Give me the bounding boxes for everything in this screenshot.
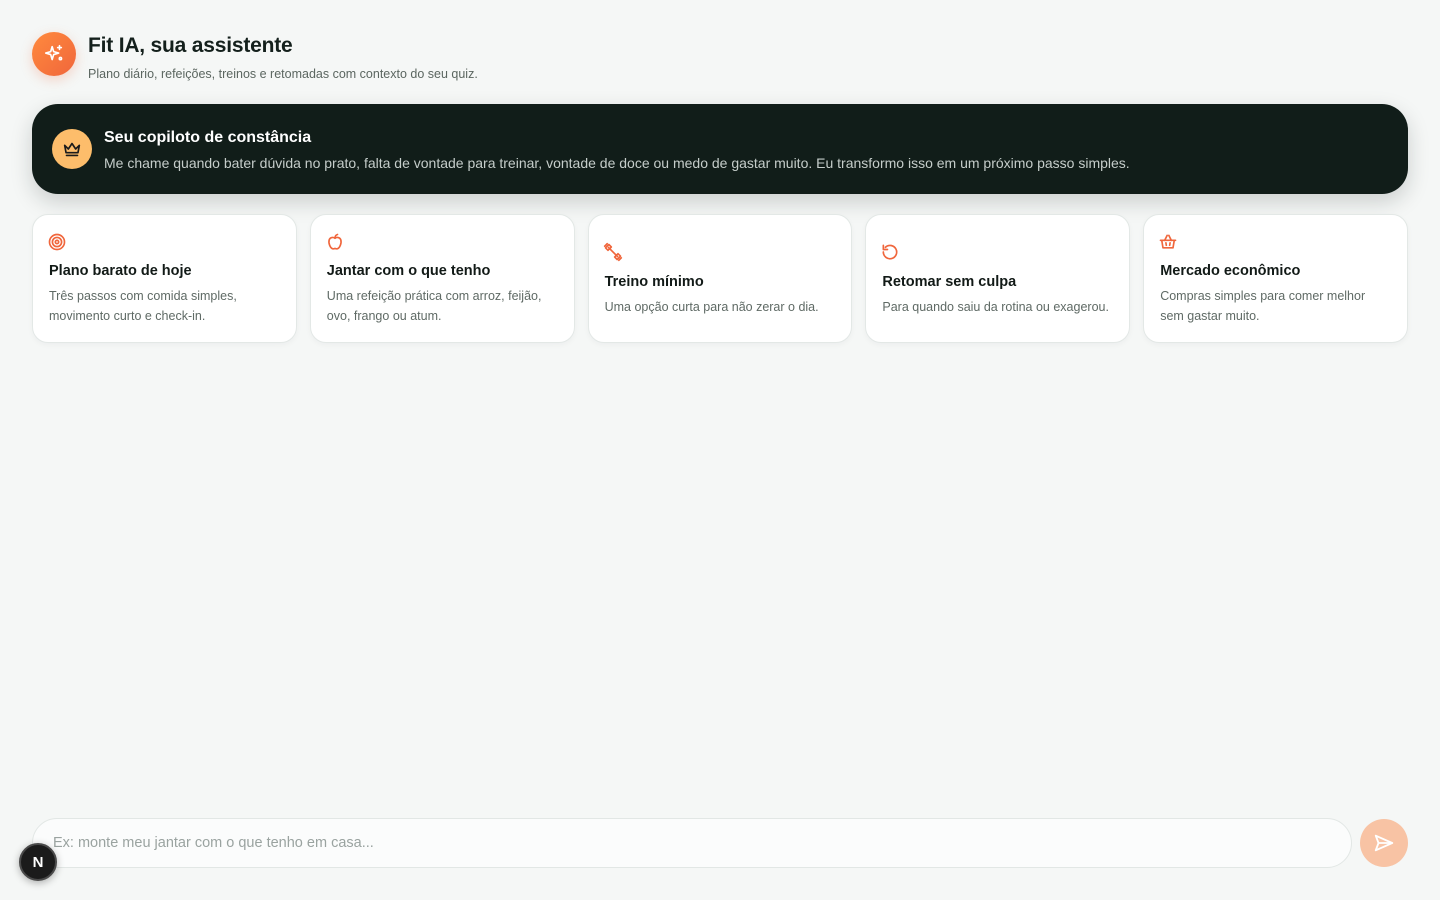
card-description: Uma refeição prática com arroz, feijão, … [326,289,542,323]
dev-badge-label: N [32,853,44,871]
suggestion-cards: Plano barato de hoje Três passos com com… [32,214,1408,343]
send-button[interactable] [1360,819,1408,867]
suggestion-card-retomar[interactable]: Retomar sem culpa Para quando saiu da ro… [865,214,1131,343]
chat-input[interactable] [32,818,1352,868]
card-title: Jantar com o que tenho [326,263,491,279]
apple-icon [325,231,347,252]
dumbbell-icon [603,241,625,263]
card-title: Mercado econômico [1160,263,1301,279]
rotate-ccw-icon [880,241,902,263]
suggestion-card-mercado[interactable]: Mercado econômico Compras simples para c… [1143,214,1408,343]
page-title: Fit IA, sua assistente [88,34,293,57]
target-icon [47,231,69,252]
card-title: Treino mínimo [604,273,704,290]
dev-tools-badge[interactable]: N [19,843,57,881]
crown-icon [52,129,92,169]
card-title: Plano barato de hoje [49,263,192,279]
banner-description: Me chame quando bater dúvida no prato, f… [104,154,1130,171]
send-icon [1374,834,1394,852]
page-subtitle: Plano diário, refeições, treinos e retom… [88,67,478,81]
chat-composer [32,818,1408,868]
card-description: Três passos com comida simples, moviment… [49,289,237,323]
suggestion-card-jantar[interactable]: Jantar com o que tenho Uma refeição prát… [309,214,575,343]
card-description: Compras simples para comer melhor sem ga… [1160,289,1366,323]
basket-icon [1158,231,1180,252]
copilot-banner: Seu copiloto de constância Me chame quan… [32,104,1408,194]
sparkles-icon [32,32,76,76]
card-description: Para quando saiu da rotina ou exagerou. [882,299,1109,314]
suggestion-card-treino[interactable]: Treino mínimo Uma opção curta para não z… [587,214,853,343]
banner-title: Seu copiloto de constância [104,128,312,146]
suggestion-card-plano-barato[interactable]: Plano barato de hoje Três passos com com… [32,214,297,343]
card-description: Uma opção curta para não zerar o dia. [604,299,819,314]
page-header: Fit IA, sua assistente Plano diário, ref… [32,32,478,81]
card-title: Retomar sem culpa [882,273,1017,290]
